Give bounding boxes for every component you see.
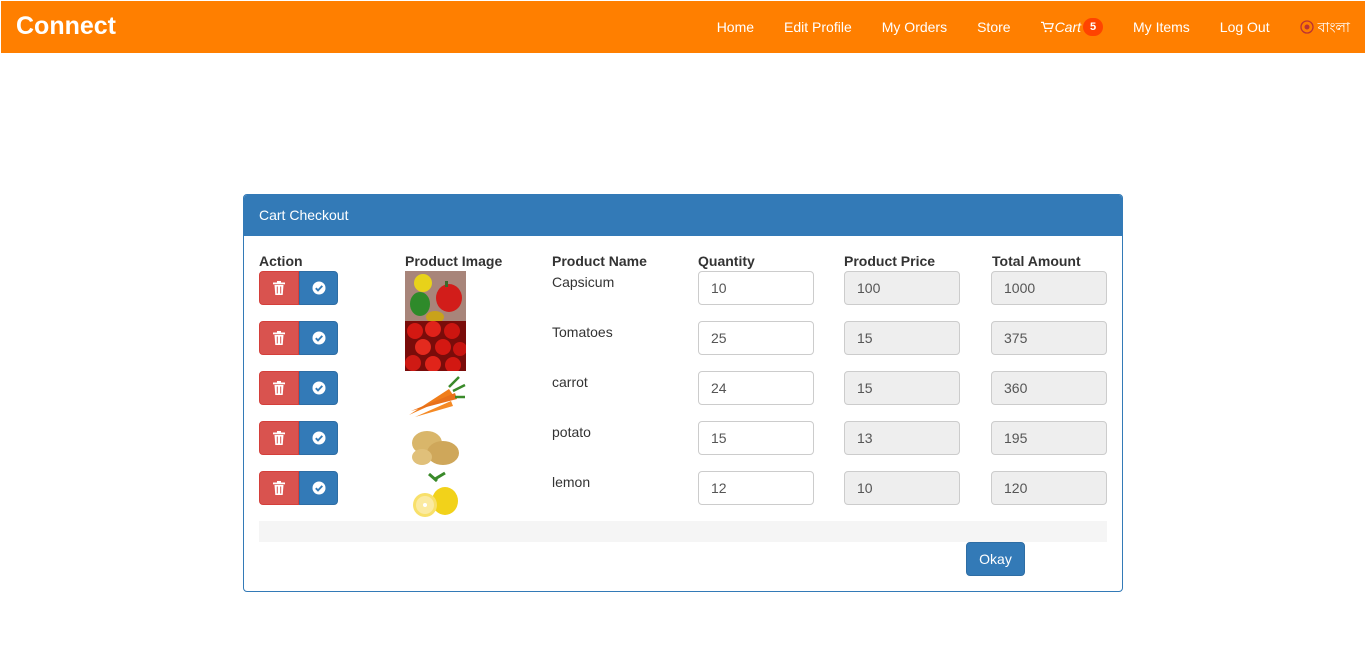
confirm-button[interactable] — [299, 321, 338, 355]
col-header-total-amount: Total Amount — [992, 253, 1081, 269]
confirm-button[interactable] — [299, 371, 338, 405]
navbar: Connect Home Edit Profile My Orders Stor… — [1, 1, 1365, 53]
quantity-input[interactable] — [698, 321, 814, 355]
total-amount-field — [991, 421, 1107, 455]
check-circle-icon — [312, 381, 325, 395]
nav-my-orders[interactable]: My Orders — [867, 2, 962, 52]
quantity-input[interactable] — [698, 421, 814, 455]
table-row: Capsicum — [244, 271, 1122, 321]
nav-edit-profile[interactable]: Edit Profile — [769, 2, 867, 52]
okay-button[interactable]: Okay — [966, 542, 1025, 576]
cart-label: Cart — [1054, 19, 1082, 35]
cart-icon — [1040, 21, 1054, 33]
confirm-button[interactable] — [299, 271, 338, 305]
col-header-action: Action — [259, 253, 303, 269]
delete-button[interactable] — [259, 271, 299, 305]
total-amount-field — [991, 321, 1107, 355]
carrot-image — [405, 371, 466, 421]
potato-image — [405, 421, 466, 471]
table-row: Tomatoes — [244, 321, 1122, 371]
cart-checkout-panel: Cart Checkout Action Product Image Produ… — [243, 194, 1123, 592]
capsicum-image — [405, 271, 466, 321]
product-price-field — [844, 421, 960, 455]
col-header-product-image: Product Image — [405, 253, 503, 269]
product-name: Capsicum — [552, 274, 615, 290]
trash-icon — [273, 331, 285, 345]
row-actions — [259, 271, 338, 305]
cart-count-badge: 5 — [1083, 18, 1104, 36]
brand-logo[interactable]: Connect — [16, 11, 116, 41]
quantity-input[interactable] — [698, 471, 814, 505]
product-name: carrot — [552, 374, 588, 390]
row-actions — [259, 371, 338, 405]
delete-button[interactable] — [259, 371, 299, 405]
confirm-button[interactable] — [299, 471, 338, 505]
globe-icon — [1299, 20, 1314, 34]
check-circle-icon — [312, 431, 325, 445]
col-header-product-price: Product Price — [844, 253, 936, 269]
nav-language[interactable]: বাংলা — [1285, 2, 1365, 52]
nav-cart[interactable]: Cart 5 — [1026, 2, 1118, 52]
language-label: বাংলা — [1317, 19, 1350, 35]
tomatoes-image — [405, 321, 466, 371]
quantity-input[interactable] — [698, 271, 814, 305]
nav-log-out[interactable]: Log Out — [1205, 2, 1285, 52]
row-actions — [259, 471, 338, 505]
product-price-field — [844, 371, 960, 405]
delete-button[interactable] — [259, 321, 299, 355]
product-price-field — [844, 471, 960, 505]
nav-my-items[interactable]: My Items — [1118, 2, 1205, 52]
delete-button[interactable] — [259, 421, 299, 455]
row-actions — [259, 421, 338, 455]
col-header-quantity: Quantity — [698, 253, 755, 269]
check-circle-icon — [312, 281, 325, 295]
product-price-field — [844, 321, 960, 355]
check-circle-icon — [312, 481, 325, 495]
check-circle-icon — [312, 331, 325, 345]
product-name: potato — [552, 424, 591, 440]
confirm-button[interactable] — [299, 421, 338, 455]
col-header-product-name: Product Name — [552, 253, 647, 269]
trash-icon — [273, 431, 285, 445]
panel-title: Cart Checkout — [244, 195, 1122, 236]
table-row: carrot — [244, 371, 1122, 421]
product-price-field — [844, 271, 960, 305]
nav-store[interactable]: Store — [962, 2, 1025, 52]
trash-icon — [273, 481, 285, 495]
quantity-input[interactable] — [698, 371, 814, 405]
total-amount-field — [991, 271, 1107, 305]
product-name: Tomatoes — [552, 324, 613, 340]
nav-links: Home Edit Profile My Orders Store Cart 5… — [702, 1, 1365, 53]
row-actions — [259, 321, 338, 355]
lemon-image — [405, 471, 466, 521]
trash-icon — [273, 381, 285, 395]
total-amount-field — [991, 371, 1107, 405]
table-row: potato — [244, 421, 1122, 471]
table-row: lemon — [244, 471, 1122, 521]
table-footer-bar — [259, 521, 1107, 542]
delete-button[interactable] — [259, 471, 299, 505]
trash-icon — [273, 281, 285, 295]
total-amount-field — [991, 471, 1107, 505]
nav-home[interactable]: Home — [702, 2, 769, 52]
product-name: lemon — [552, 474, 591, 490]
